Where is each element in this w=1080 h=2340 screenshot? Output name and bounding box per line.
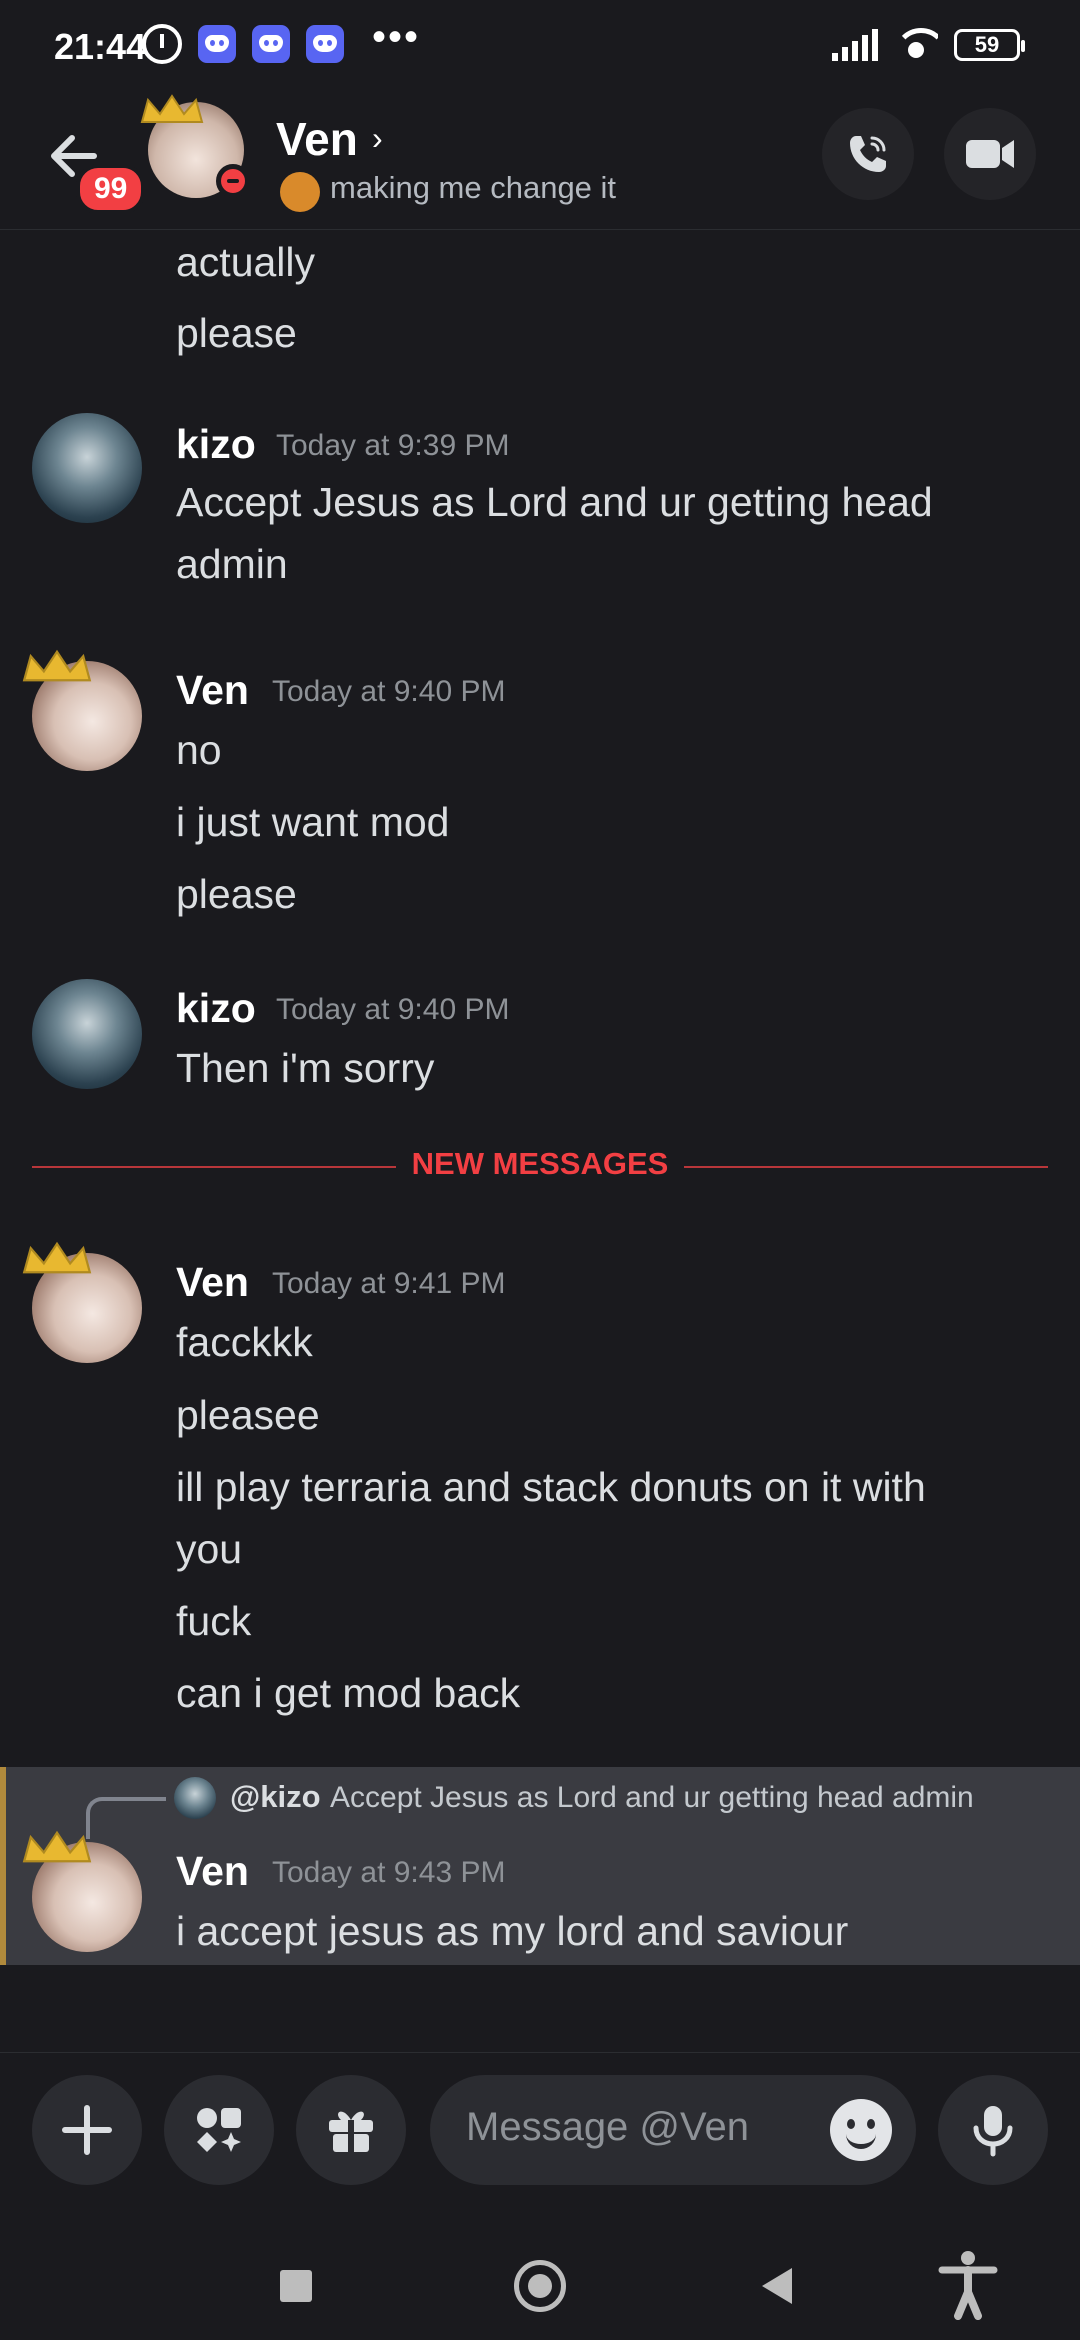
reply-avatar <box>174 1777 216 1819</box>
message-timestamp: Today at 9:40 PM <box>272 675 506 708</box>
video-camera-icon <box>966 140 1014 168</box>
plus-icon <box>62 2105 112 2155</box>
unread-badge: 99 <box>76 164 146 214</box>
battery-icon: 59 <box>954 29 1025 61</box>
message-author[interactable]: Ven <box>176 667 249 714</box>
chevron-right-icon[interactable]: › <box>372 120 383 157</box>
gift-button[interactable] <box>296 2075 406 2185</box>
crown-icon <box>22 649 92 682</box>
message-text: i accept jesus as my lord and saviour <box>176 1908 849 1954</box>
system-nav-bar <box>0 2212 1080 2340</box>
message-timestamp: Today at 9:39 PM <box>276 429 510 462</box>
voice-message-button[interactable] <box>938 2075 1048 2185</box>
message-author[interactable]: Ven <box>176 1259 249 1306</box>
crown-icon <box>22 1241 92 1274</box>
more-icon: ••• <box>372 14 421 59</box>
chat-header: 99 Ven › making me change it <box>0 90 1080 230</box>
crown-icon <box>22 1830 92 1863</box>
new-messages-label: NEW MESSAGES <box>411 1146 669 1181</box>
message-author[interactable]: kizo <box>176 421 256 468</box>
wifi-icon <box>894 28 938 62</box>
avatar[interactable] <box>22 1830 142 1952</box>
status-bar: 21:44 ••• 59 <box>0 0 1080 90</box>
message-timestamp: Today at 9:43 PM <box>272 1856 506 1889</box>
recents-button[interactable] <box>280 2270 312 2302</box>
avatar[interactable] <box>22 1241 142 1363</box>
avatar[interactable] <box>32 413 142 523</box>
message-text: no <box>176 727 222 773</box>
message-text: please <box>176 871 297 917</box>
message-text: admin <box>176 541 288 587</box>
video-call-button[interactable] <box>944 108 1036 200</box>
message-author[interactable]: Ven <box>176 1848 249 1895</box>
notification-icons: ••• <box>142 15 420 64</box>
apps-icon <box>197 2108 241 2152</box>
custom-status: making me change it <box>330 170 617 205</box>
message-text: facckkk <box>176 1319 313 1365</box>
message-text: i just want mod <box>176 799 450 845</box>
composer: Message @Ven <box>0 2052 1080 2212</box>
message-text: ill play terraria and stack donuts on it… <box>176 1464 926 1510</box>
apps-button[interactable] <box>164 2075 274 2185</box>
reply-preview[interactable]: Accept Jesus as Lord and ur getting head… <box>330 1781 974 1815</box>
new-messages-divider: NEW MESSAGES <box>32 1146 1048 1181</box>
reply-connector <box>86 1797 166 1839</box>
message-text: please <box>176 310 297 356</box>
voice-call-button[interactable] <box>822 108 914 200</box>
message-text: Then i'm sorry <box>176 1045 435 1091</box>
discord-icon <box>306 25 344 63</box>
alarm-icon <box>142 24 182 64</box>
message-text: you <box>176 1526 243 1572</box>
phone-icon <box>850 136 886 172</box>
home-button[interactable] <box>514 2260 566 2312</box>
message-input[interactable]: Message @Ven <box>430 2075 916 2185</box>
status-time: 21:44 <box>54 26 147 67</box>
back-nav-button[interactable] <box>762 2268 792 2304</box>
status-emoji-icon <box>280 172 320 212</box>
message-placeholder: Message @Ven <box>466 2105 749 2149</box>
message-text: Accept Jesus as Lord and ur getting head <box>176 479 933 525</box>
message-text: can i get mod back <box>176 1670 521 1716</box>
message-timestamp: Today at 9:40 PM <box>276 993 510 1026</box>
avatar[interactable] <box>140 94 250 198</box>
message-text: fuck <box>176 1598 252 1644</box>
message-author[interactable]: kizo <box>176 985 256 1032</box>
message-text: pleasee <box>176 1392 320 1438</box>
discord-icon <box>198 25 236 63</box>
avatar[interactable] <box>22 649 142 771</box>
message-timestamp: Today at 9:41 PM <box>272 1267 506 1300</box>
gift-icon <box>329 2111 373 2152</box>
dnd-status-icon <box>216 164 250 198</box>
emoji-icon[interactable] <box>830 2099 892 2161</box>
avatar[interactable] <box>32 979 142 1089</box>
accessibility-icon[interactable] <box>938 2250 998 2320</box>
discord-icon <box>252 25 290 63</box>
microphone-icon <box>973 2106 1013 2157</box>
contact-name[interactable]: Ven <box>276 112 358 166</box>
signal-icon <box>832 29 878 61</box>
system-icons: 59 <box>832 28 1025 62</box>
message-text: actually <box>176 239 316 285</box>
attach-button[interactable] <box>32 2075 142 2185</box>
reply-author[interactable]: @kizo <box>230 1779 321 1815</box>
crown-icon <box>140 94 204 123</box>
